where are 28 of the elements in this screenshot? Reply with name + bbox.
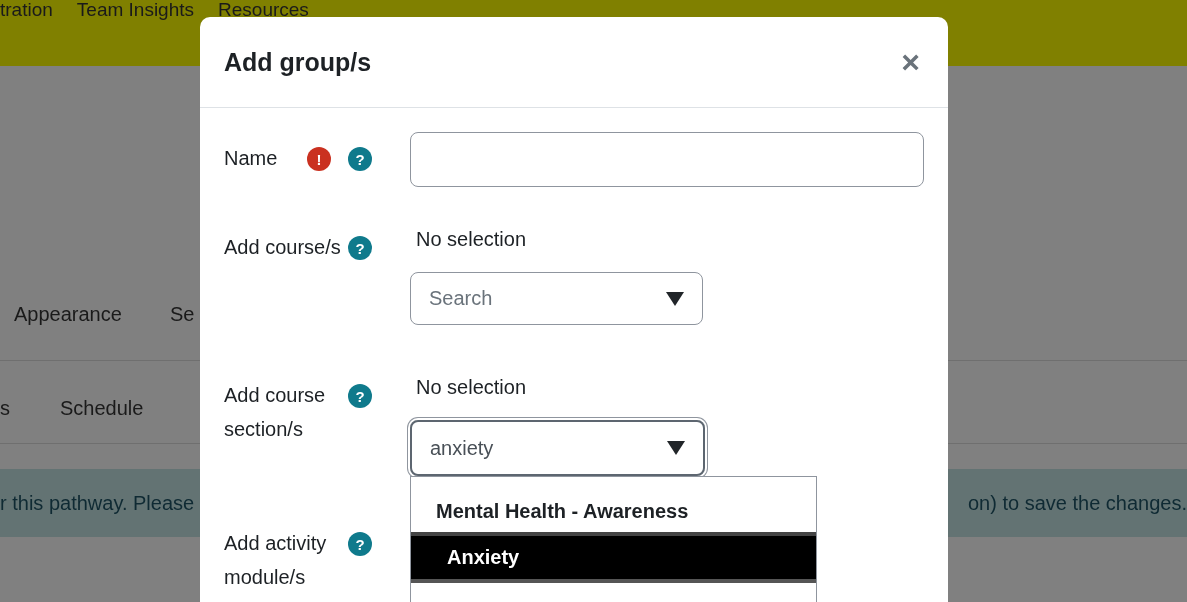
dialog-title: Add group/s bbox=[224, 47, 372, 77]
help-icon[interactable]: ? bbox=[348, 147, 372, 171]
alert-text: on) to save the changes. bbox=[967, 491, 1187, 515]
name-field[interactable] bbox=[410, 132, 924, 187]
tab[interactable]: Schedule bbox=[60, 396, 144, 420]
field-label: Add activity module/s bbox=[224, 531, 328, 590]
help-icon[interactable]: ? bbox=[348, 384, 372, 408]
tab[interactable]: s bbox=[0, 396, 10, 420]
required-icon: ! bbox=[307, 147, 331, 171]
nav-link[interactable]: tration bbox=[0, 0, 53, 20]
dropdown-option[interactable]: Anxiety bbox=[411, 536, 816, 583]
caret-icon bbox=[667, 441, 685, 455]
search-field[interactable]: Search bbox=[410, 272, 703, 325]
selection-text: No selection bbox=[416, 375, 527, 399]
nav-link[interactable]: Resources bbox=[218, 0, 309, 20]
field-label: Add course section/s bbox=[224, 383, 327, 442]
tab[interactable]: Appearance bbox=[14, 303, 122, 326]
field-label: Add course/s bbox=[224, 235, 342, 260]
selection-text: No selection bbox=[416, 227, 527, 251]
help-icon[interactable]: ? bbox=[348, 532, 372, 556]
alert-text: r this pathway. Please bbox=[0, 491, 195, 515]
help-icon[interactable]: ? bbox=[348, 236, 372, 260]
caret-icon bbox=[666, 291, 684, 306]
field-label: Name bbox=[224, 146, 279, 171]
nav-link[interactable]: Team Insights bbox=[76, 0, 195, 20]
search-field[interactable]: anxiety bbox=[410, 420, 705, 476]
tab[interactable]: Se bbox=[169, 303, 195, 326]
close-button[interactable]: × bbox=[897, 43, 924, 81]
